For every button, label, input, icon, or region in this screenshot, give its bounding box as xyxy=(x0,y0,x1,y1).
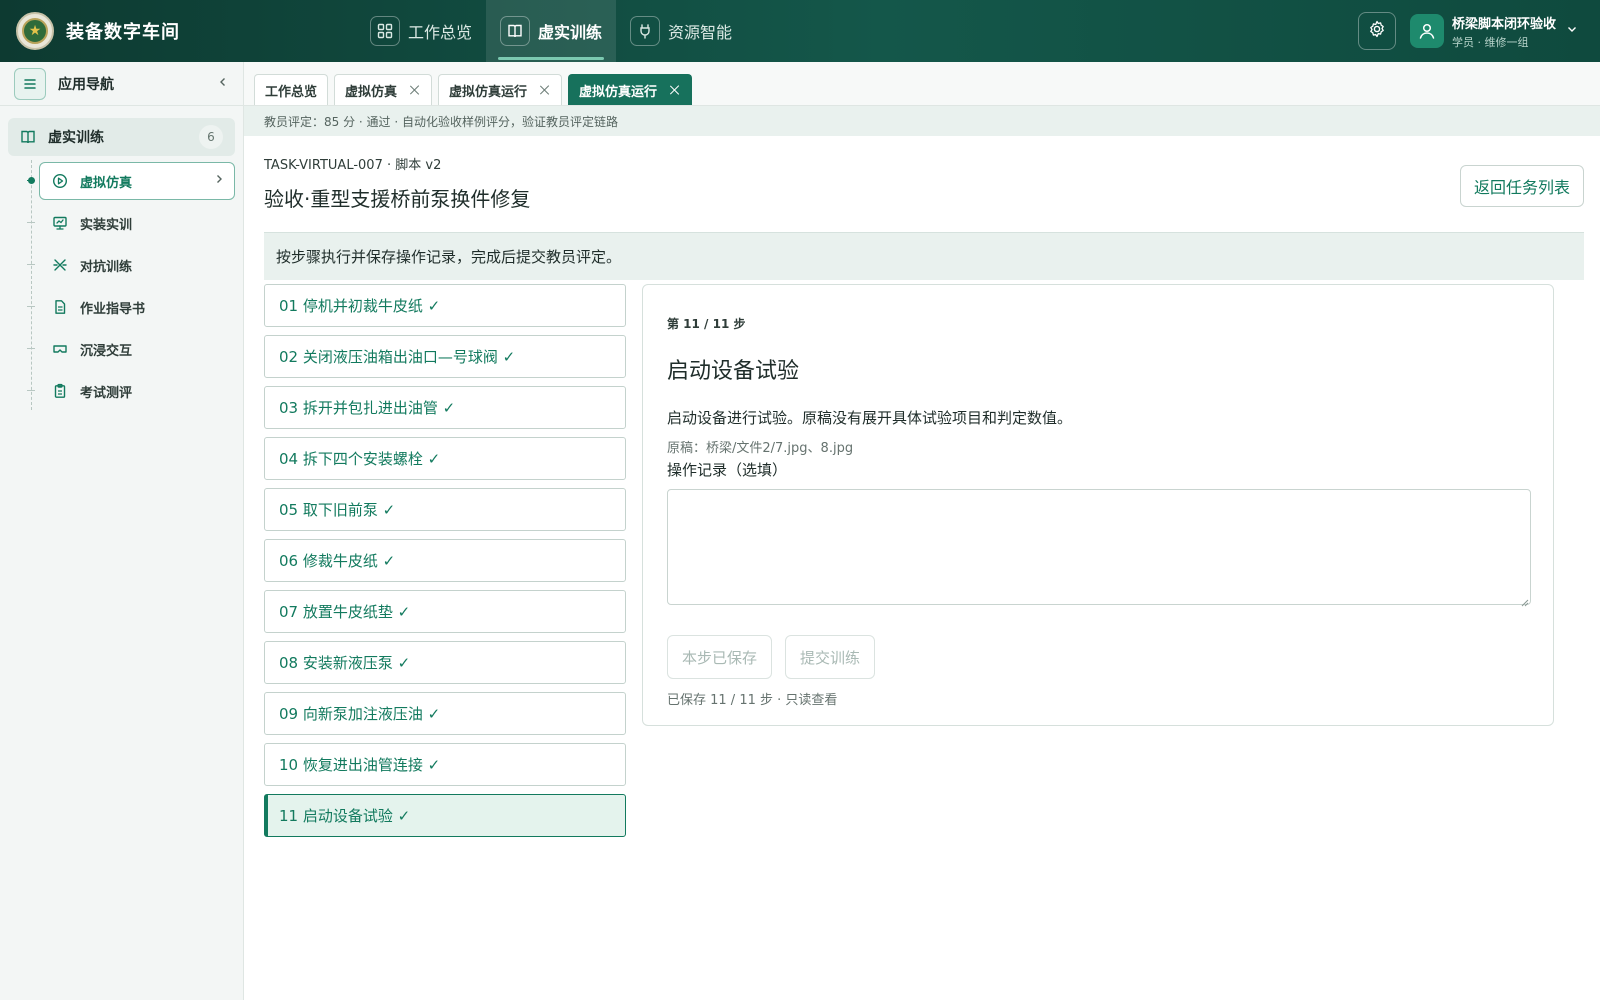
book-icon xyxy=(500,16,531,46)
back-to-task-list-button[interactable]: 返回任务列表 xyxy=(1459,165,1584,207)
menu-toggle-button[interactable] xyxy=(14,67,46,100)
user-role: 学员 · 维修一组 xyxy=(1451,35,1529,49)
settings-button[interactable] xyxy=(1357,12,1396,50)
instruction-hint: 按步骤执行并保存操作记录，完成后提交教员评定。 xyxy=(264,232,1584,280)
nav-tab-resources[interactable]: 资源智能 xyxy=(616,0,746,62)
sidebar-item-real-training[interactable]: 实装实训 xyxy=(0,202,243,244)
step-item[interactable]: 06 修裁牛皮纸 ✓ xyxy=(264,539,626,582)
close-icon[interactable] xyxy=(669,84,681,96)
record-label: 操作记录（选填） xyxy=(667,461,788,479)
nav-tab-label: 虚实训练 xyxy=(538,23,603,42)
top-nav: 工作总览 虚实训练 资源智能 xyxy=(356,0,746,62)
close-icon[interactable] xyxy=(409,84,421,96)
step-item[interactable]: 03 拆开并包扎进出油管 ✓ xyxy=(264,386,626,429)
chevron-down-icon xyxy=(1566,23,1578,39)
sidebar-group-training[interactable]: 虚实训练 6 xyxy=(8,118,235,156)
brand: ★ 装备数字车间 xyxy=(16,12,356,50)
app-title: 装备数字车间 xyxy=(66,22,180,43)
tab-label: 虚拟仿真 xyxy=(345,84,398,100)
army-emblem-icon: ★ xyxy=(16,12,54,50)
sidebar-item-exam[interactable]: 考试测评 xyxy=(0,370,243,412)
step-item[interactable]: 02 关闭液压油箱出油口—号球阀 ✓ xyxy=(264,335,626,378)
step-item[interactable]: 10 恢复进出油管连接 ✓ xyxy=(264,743,626,786)
monitor-icon xyxy=(52,215,68,231)
sidebar-item-virtual-sim[interactable]: 虚拟仿真 xyxy=(0,160,243,202)
user-info: 桥梁脚本闭环验收 学员 · 维修一组 xyxy=(1452,13,1556,50)
sidebar-header: 应用导航 xyxy=(0,62,243,106)
step-list: 01 停机并初裁牛皮纸 ✓ 02 关闭液压油箱出油口—号球阀 ✓ 03 拆开并包… xyxy=(264,284,626,845)
book-icon xyxy=(21,130,35,144)
gear-icon xyxy=(1368,20,1386,42)
sidebar-group-count: 6 xyxy=(199,125,223,149)
hamburger-icon xyxy=(24,78,36,89)
step-counter: 第 11 / 11 步 xyxy=(667,317,746,331)
tab-label: 虚拟仿真运行 xyxy=(449,84,528,100)
tab-bar: 工作总览 虚拟仿真 虚拟仿真运行 虚拟仿真运行 xyxy=(244,62,1600,106)
tab-label: 虚拟仿真运行 xyxy=(579,84,658,100)
top-bar: ★ 装备数字车间 工作总览 虚实训练 资源智能 桥梁脚本闭环验收 学员 · 维修… xyxy=(0,0,1600,62)
step-item[interactable]: 08 安装新液压泵 ✓ xyxy=(264,641,626,684)
step-title: 启动设备试验 xyxy=(667,359,800,384)
save-step-button[interactable]: 本步已保存 xyxy=(667,635,773,679)
task-title: 验收·重型支援桥前泵换件修复 xyxy=(264,187,531,211)
step-item[interactable]: 09 向新泵加注液压油 ✓ xyxy=(264,692,626,735)
swords-icon xyxy=(52,257,68,273)
sidebar-item-label: 作业指导书 xyxy=(80,301,146,317)
user-menu[interactable]: 桥梁脚本闭环验收 学员 · 维修一组 xyxy=(1409,13,1578,50)
task-id: TASK-VIRTUAL-007 · 脚本 v2 xyxy=(264,158,442,173)
submit-training-button[interactable]: 提交训练 xyxy=(785,635,876,679)
step-item[interactable]: 01 停机并初裁牛皮纸 ✓ xyxy=(264,284,626,327)
step-source: 原稿：桥梁/文件2/7.jpg、8.jpg xyxy=(667,441,854,456)
operation-record-input[interactable] xyxy=(667,489,1531,605)
grid-icon xyxy=(370,16,400,46)
tab-virtual-sim-run[interactable]: 虚拟仿真运行 xyxy=(438,74,563,105)
step-item[interactable]: 05 取下旧前泵 ✓ xyxy=(264,488,626,531)
play-circle-icon xyxy=(52,173,68,189)
saved-status: 已保存 11 / 11 步 · 只读查看 xyxy=(667,693,838,708)
step-description: 启动设备进行试验。原稿没有展开具体试验项目和判定数值。 xyxy=(667,409,1073,427)
avatar xyxy=(1409,14,1444,48)
sidebar-item-label: 考试测评 xyxy=(80,385,133,401)
resize-grip-icon[interactable] xyxy=(1521,595,1529,607)
clipboard-icon xyxy=(52,383,68,399)
step-item[interactable]: 07 放置牛皮纸垫 ✓ xyxy=(264,590,626,633)
sidebar-tree: 虚拟仿真 实装实训 对抗训练 作业指导书 沉浸交互 考试测评 xyxy=(0,160,243,412)
sidebar-item-combat-training[interactable]: 对抗训练 xyxy=(0,244,243,286)
top-right: 桥梁脚本闭环验收 学员 · 维修一组 xyxy=(1357,12,1578,50)
sidebar-item-label: 沉浸交互 xyxy=(80,343,133,359)
sidebar: 应用导航 虚实训练 6 虚拟仿真 实装实训 对抗训练 作业指导书 沉浸交互 考试… xyxy=(0,62,244,1000)
plug-icon xyxy=(630,16,661,46)
sidebar-group-label: 虚实训练 xyxy=(48,130,104,146)
tab-virtual-sim-run-active[interactable]: 虚拟仿真运行 xyxy=(568,74,693,105)
user-icon xyxy=(1419,23,1435,39)
collapse-sidebar-icon[interactable] xyxy=(217,76,229,92)
instructor-evaluation: 教员评定：85 分 · 通过 · 自动化验收样例评分，验证教员评定链路 xyxy=(244,106,1600,136)
close-icon[interactable] xyxy=(539,84,551,96)
nav-tab-label: 工作总览 xyxy=(408,23,473,42)
sidebar-item-work-guide[interactable]: 作业指导书 xyxy=(0,286,243,328)
tab-virtual-sim[interactable]: 虚拟仿真 xyxy=(334,74,433,105)
vr-headset-icon xyxy=(52,341,68,357)
chevron-right-icon xyxy=(213,173,225,189)
sidebar-item-immersive[interactable]: 沉浸交互 xyxy=(0,328,243,370)
document-icon xyxy=(52,299,68,315)
user-name: 桥梁脚本闭环验收 xyxy=(1451,16,1556,32)
tab-overview[interactable]: 工作总览 xyxy=(254,74,329,105)
main-content: 工作总览 虚拟仿真 虚拟仿真运行 虚拟仿真运行 教员评定：85 分 · 通过 ·… xyxy=(244,62,1600,1000)
nav-tab-label: 资源智能 xyxy=(668,23,733,42)
sidebar-item-label: 对抗训练 xyxy=(80,259,133,275)
sidebar-item-label: 虚拟仿真 xyxy=(80,175,133,191)
sidebar-title: 应用导航 xyxy=(58,76,114,93)
nav-tab-overview[interactable]: 工作总览 xyxy=(356,0,486,62)
step-detail-panel: 第 11 / 11 步 启动设备试验 启动设备进行试验。原稿没有展开具体试验项目… xyxy=(642,284,1554,726)
tab-label: 工作总览 xyxy=(265,84,318,100)
nav-tab-training[interactable]: 虚实训练 xyxy=(486,0,617,62)
task-header: TASK-VIRTUAL-007 · 脚本 v2 验收·重型支援桥前泵换件修复 xyxy=(264,154,530,212)
step-item[interactable]: 04 拆下四个安装螺栓 ✓ xyxy=(264,437,626,480)
sidebar-item-label: 实装实训 xyxy=(80,217,133,233)
step-item-active[interactable]: 11 启动设备试验 ✓ xyxy=(264,794,626,837)
